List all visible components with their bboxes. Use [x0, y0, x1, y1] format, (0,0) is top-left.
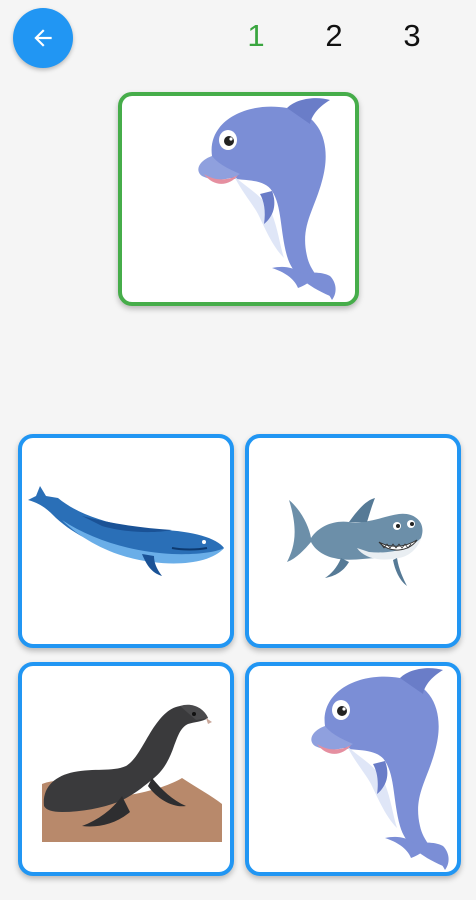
back-button[interactable]: [13, 8, 73, 68]
option-card-sea-lion[interactable]: [18, 662, 234, 876]
level-3-tab[interactable]: 3: [373, 14, 451, 58]
option-card-dolphin[interactable]: [245, 662, 461, 876]
target-card: [118, 92, 359, 306]
dolphin-image: [122, 96, 355, 302]
level-1-tab[interactable]: 1: [217, 14, 295, 58]
whale-image: [22, 438, 230, 644]
sea-lion-image: [22, 666, 230, 872]
dolphin-image: [249, 666, 457, 872]
option-card-whale[interactable]: [18, 434, 234, 648]
arrow-left-icon: [30, 25, 56, 51]
level-2-tab[interactable]: 2: [295, 14, 373, 58]
option-card-shark[interactable]: [245, 434, 461, 648]
matching-game-screen: 1 2 3: [0, 0, 476, 900]
level-selector: 1 2 3: [217, 14, 451, 58]
shark-image: [249, 438, 457, 644]
